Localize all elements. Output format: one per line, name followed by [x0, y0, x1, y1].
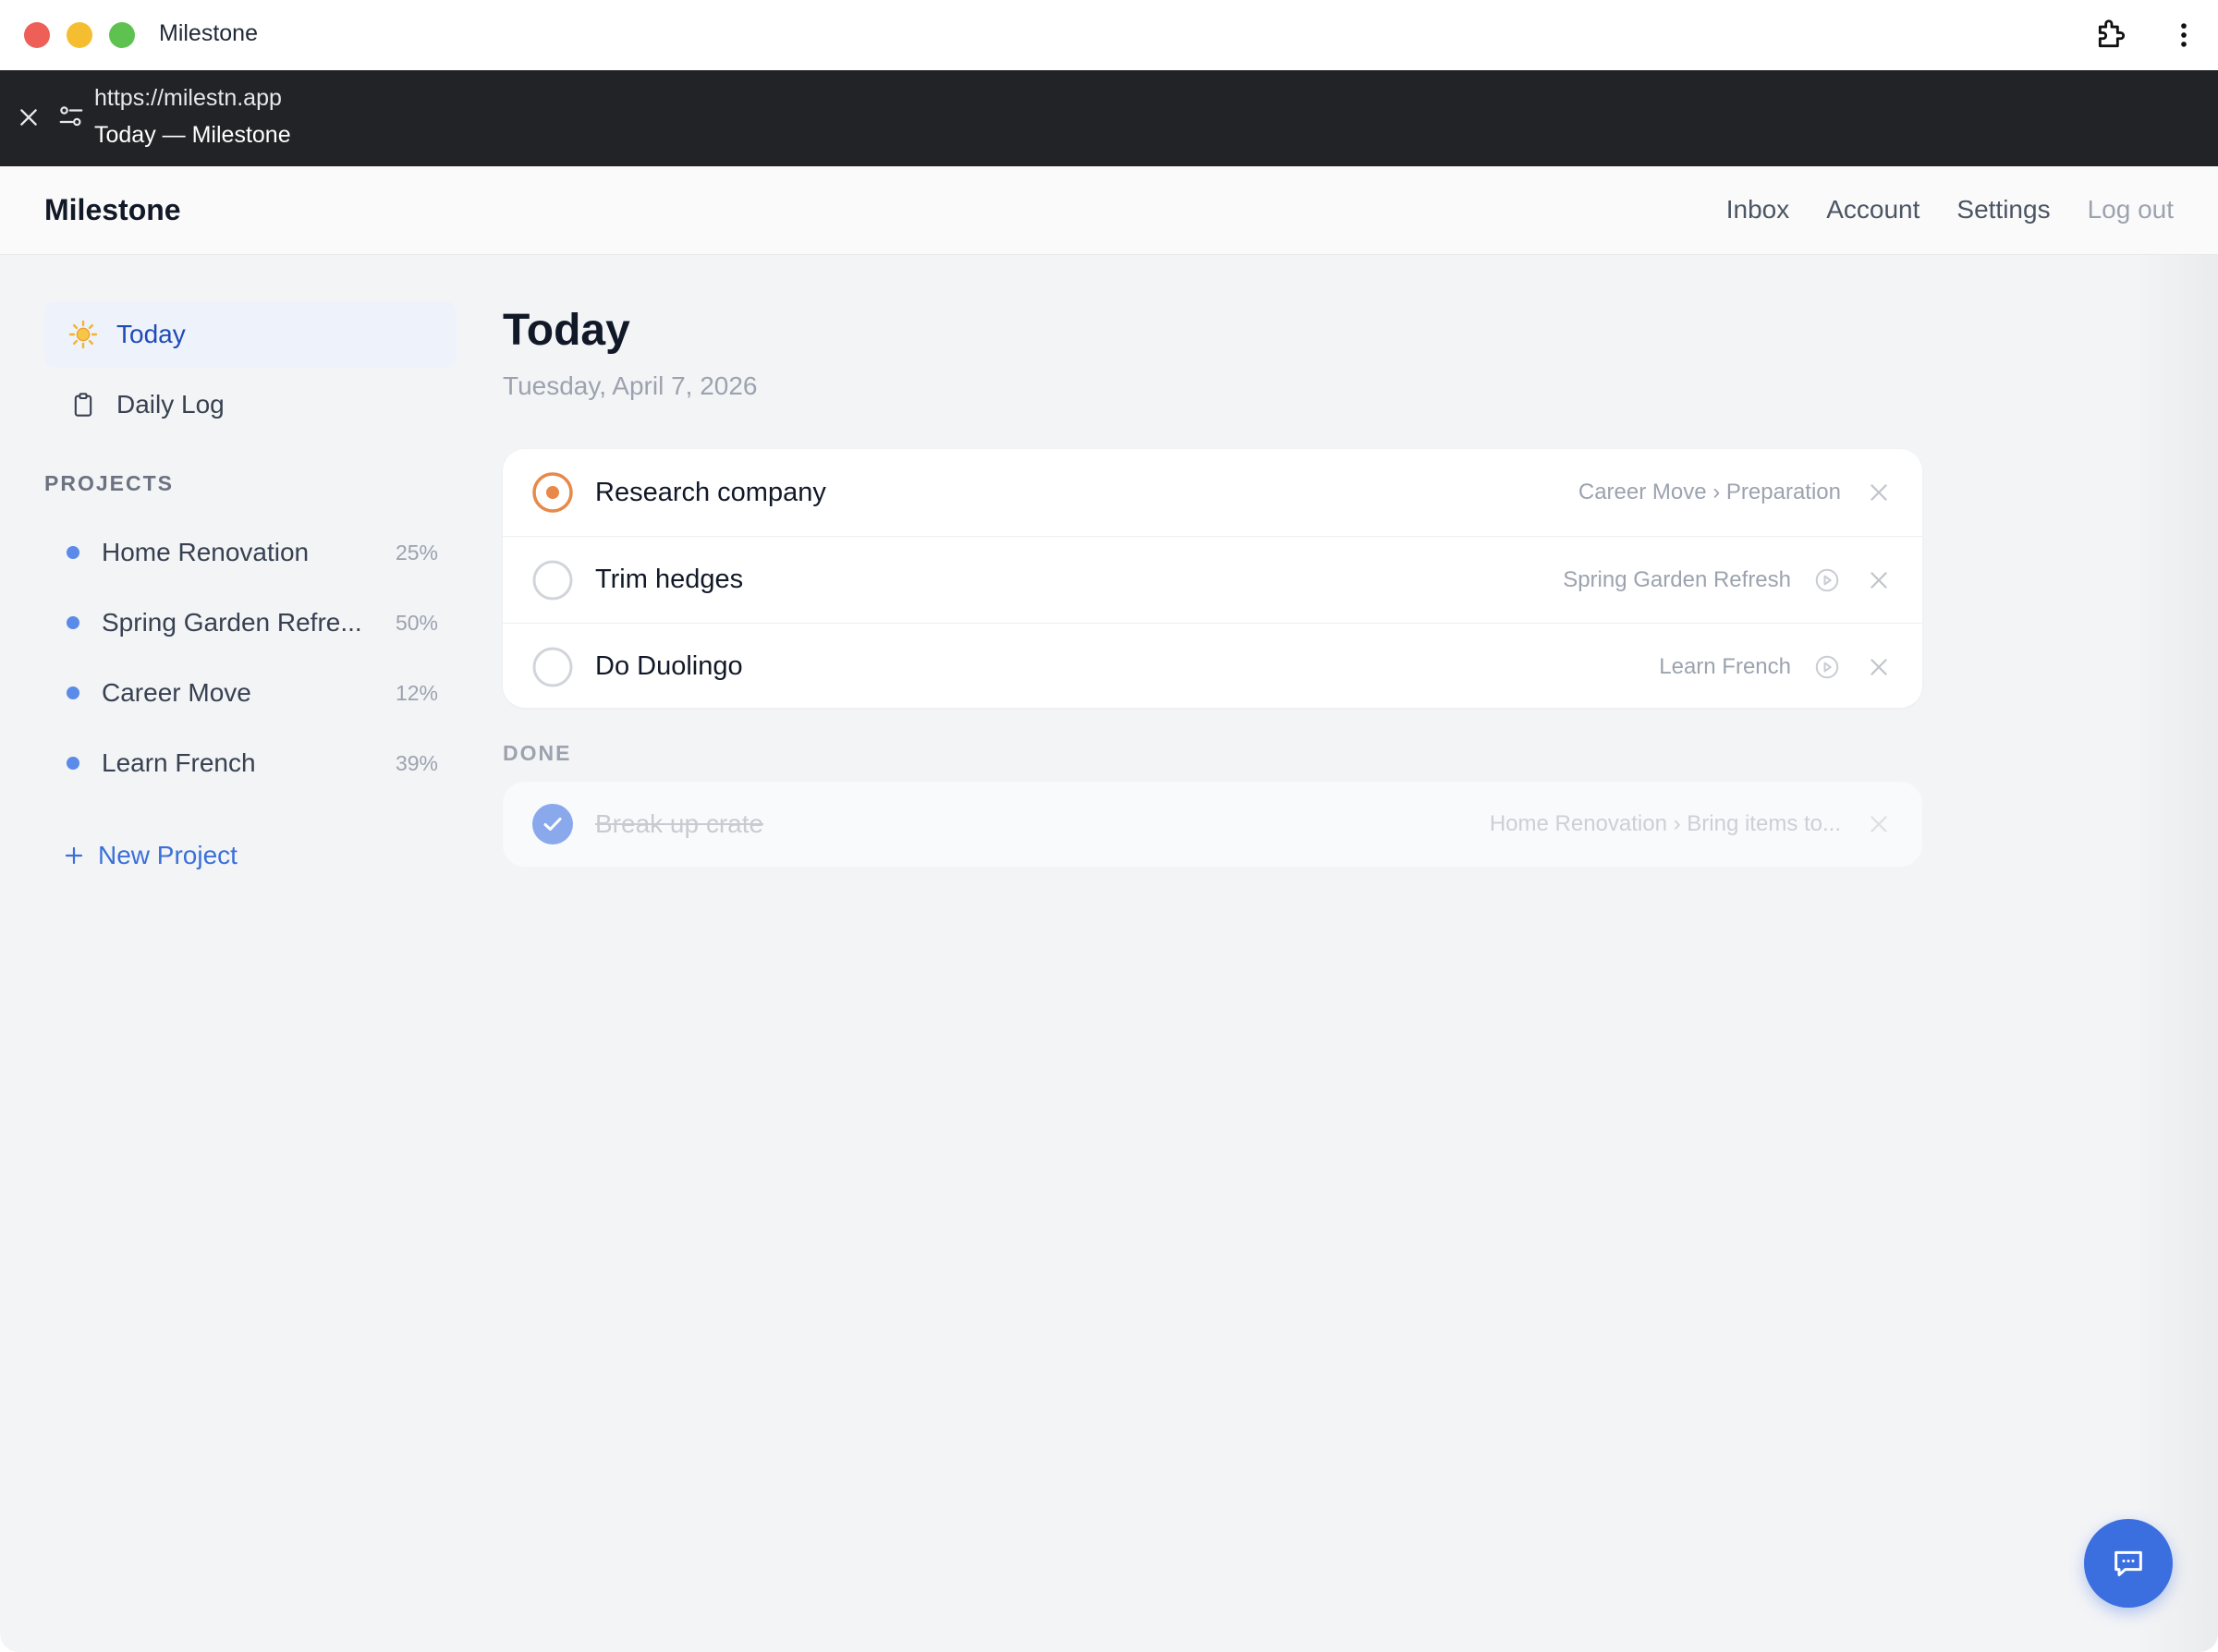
task-row[interactable]: Research company Career Move › Preparati… — [503, 449, 1922, 536]
project-dot — [67, 757, 79, 770]
remove-task-icon[interactable] — [1867, 812, 1891, 836]
extensions-icon[interactable] — [2094, 17, 2129, 52]
project-progress: 50% — [395, 610, 438, 635]
project-dot — [67, 686, 79, 699]
url-text[interactable]: https://milestn.app — [94, 85, 282, 112]
remove-task-icon[interactable] — [1867, 480, 1891, 504]
plus-icon — [65, 846, 83, 865]
project-progress: 12% — [395, 680, 438, 705]
task-context[interactable]: Spring Garden Refresh — [1563, 566, 1841, 594]
nav-logout[interactable]: Log out — [2088, 195, 2174, 225]
page-tab-title: Today — Milestone — [94, 122, 291, 148]
project-name: Career Move — [102, 678, 251, 707]
brand-logo[interactable]: Milestone — [44, 193, 181, 227]
project-name: Learn French — [102, 748, 256, 777]
done-task-row[interactable]: Break up crate Home Renovation › Bring i… — [503, 782, 1922, 867]
close-window-button[interactable] — [24, 22, 50, 48]
sidebar-item-today[interactable]: Today — [44, 301, 457, 368]
task-context[interactable]: Learn French — [1659, 653, 1841, 681]
window-title: Milestone — [159, 20, 258, 46]
start-task-icon[interactable] — [1813, 566, 1841, 594]
maximize-window-button[interactable] — [109, 22, 135, 48]
nav-settings[interactable]: Settings — [1956, 195, 2050, 225]
sidebar-project-spring-garden[interactable]: Spring Garden Refre... 50% — [44, 595, 457, 650]
remove-task-icon[interactable] — [1867, 568, 1891, 592]
project-progress: 39% — [395, 750, 438, 775]
project-dot — [67, 546, 79, 559]
sidebar-item-daily-log[interactable]: Daily Log — [44, 371, 457, 438]
project-name: Home Renovation — [102, 538, 310, 566]
clipboard-icon — [55, 391, 111, 419]
task-checkbox[interactable] — [530, 558, 575, 602]
nav-account[interactable]: Account — [1826, 195, 1919, 225]
chat-icon — [2114, 1550, 2142, 1576]
sidebar-project-learn-french[interactable]: Learn French 39% — [44, 735, 457, 791]
remove-task-icon[interactable] — [1867, 655, 1891, 679]
task-row[interactable]: Trim hedges Spring Garden Refresh — [503, 536, 1922, 623]
projects-heading: PROJECTS — [44, 471, 174, 495]
project-dot — [67, 616, 79, 629]
page-edge-shadow — [2135, 255, 2218, 1652]
project-name: Spring Garden Refre... — [102, 608, 362, 637]
chat-button[interactable] — [2084, 1519, 2173, 1608]
project-progress: 25% — [395, 540, 438, 565]
done-heading: DONE — [503, 741, 572, 765]
page-title: Today — [503, 306, 630, 355]
site-settings-icon[interactable] — [57, 103, 85, 131]
close-icon[interactable] — [17, 105, 41, 129]
sidebar-item-label: Today — [116, 320, 186, 348]
new-project-button[interactable]: New Project — [63, 841, 238, 870]
task-context[interactable]: Home Renovation › Bring items to... — [1490, 811, 1841, 837]
page-date: Tuesday, April 7, 2026 — [503, 371, 758, 400]
app-window: Milestone https://milestn.app Today — Mi… — [0, 0, 2218, 1652]
sidebar-item-label: Daily Log — [116, 390, 225, 419]
nav-inbox[interactable]: Inbox — [1726, 195, 1790, 225]
minimize-window-button[interactable] — [67, 22, 92, 48]
sidebar-project-career-move[interactable]: Career Move 12% — [44, 665, 457, 721]
completed-checkbox[interactable] — [530, 802, 575, 846]
sun-icon — [55, 320, 111, 349]
task-row[interactable]: Do Duolingo Learn French — [503, 623, 1922, 710]
task-checkbox[interactable] — [530, 645, 575, 689]
task-list: Research company Career Move › Preparati… — [503, 449, 1922, 708]
app-header: Milestone Inbox Account Settings Log out — [0, 166, 2218, 255]
title-bar: Milestone — [0, 0, 2218, 70]
more-options-icon[interactable] — [2168, 18, 2200, 52]
sidebar-project-home-renovation[interactable]: Home Renovation 25% — [44, 525, 457, 580]
task-name: Do Duolingo — [595, 651, 743, 681]
task-name: Trim hedges — [595, 565, 744, 594]
new-project-label: New Project — [98, 841, 238, 869]
address-bar: https://milestn.app Today — Milestone — [0, 70, 2218, 166]
task-name: Research company — [595, 477, 826, 507]
in-progress-toggle[interactable] — [530, 470, 575, 515]
start-task-icon[interactable] — [1813, 653, 1841, 681]
top-nav: Inbox Account Settings Log out — [1726, 195, 2174, 225]
task-name: Break up crate — [595, 809, 764, 838]
task-context[interactable]: Career Move › Preparation — [1578, 480, 1841, 505]
